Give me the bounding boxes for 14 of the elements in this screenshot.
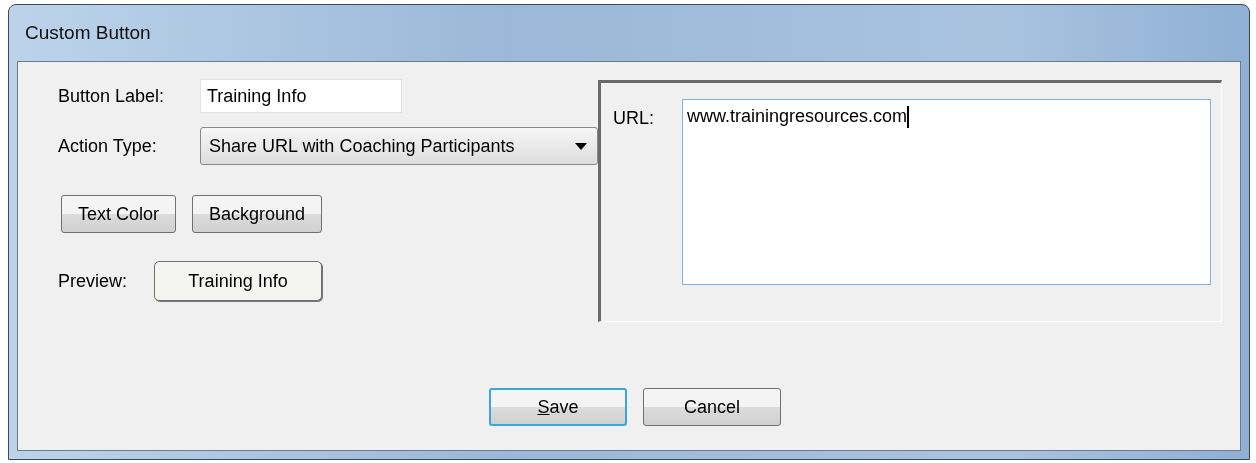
field-label: Action Type: — [58, 135, 158, 157]
preview-button[interactable]: Training Info — [154, 261, 322, 301]
url-text-area[interactable]: www.trainingresources.com — [682, 99, 1211, 285]
color-button[interactable]: Background — [192, 195, 323, 233]
color-button[interactable]: Text Color — [61, 195, 177, 233]
field-label: Button Label: — [58, 85, 166, 107]
action-type-dropdown[interactable]: Share URL with Coaching Participants — [200, 127, 598, 165]
field-label: URL: — [613, 108, 654, 130]
field-label: Preview: — [58, 270, 129, 292]
dialog-button[interactable]: Cancel — [643, 388, 781, 426]
caret-icon — [575, 142, 587, 150]
window-title: Custom Button — [25, 22, 151, 44]
dialog-button[interactable]: Save — [489, 388, 627, 426]
button-label-field[interactable]: Training Info — [200, 79, 402, 113]
